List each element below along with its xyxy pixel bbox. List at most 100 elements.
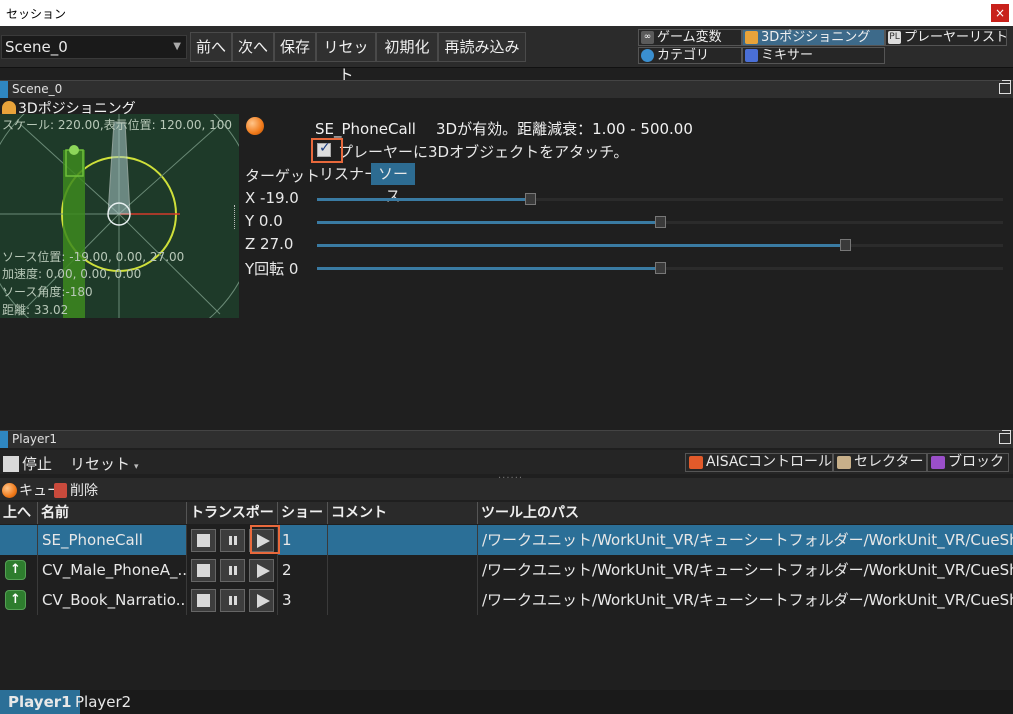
player-tabs: Player1 Player2 (0, 690, 1013, 714)
row-name: CV_Book_Narratio... (38, 585, 187, 615)
cue-bar: キュー 削除 (0, 478, 1013, 500)
scene-select-value: Scene_0 (5, 38, 68, 56)
player-reset-button[interactable]: リセット ▾ (70, 453, 139, 474)
next-button[interactable]: 次へ (232, 32, 274, 62)
move-up-icon[interactable]: ↑ (5, 590, 26, 610)
play-icon[interactable] (249, 589, 274, 612)
delete-button-label: 削除 (70, 483, 98, 499)
initialize-button[interactable]: 初期化 (376, 32, 438, 62)
maximize-icon[interactable] (999, 430, 1011, 444)
session-toolbar: Scene_0 ▼ 前へ 次へ 保存 リセット 初期化 再読み込み ∞ ゲーム変… (0, 26, 1013, 84)
delete-button[interactable]: 削除 (54, 480, 98, 500)
row-path: /ワークユニット/WorkUnit_VR/キューシートフォルダー/WorkUni… (482, 561, 1013, 579)
slider-x-label: X -19.0 (245, 189, 299, 207)
target-source-option[interactable]: ソース (371, 163, 415, 205)
tab-label: プレーヤーリスト (904, 30, 1009, 45)
scene-select[interactable]: Scene_0 ▼ (1, 35, 187, 59)
slider-thumb[interactable] (655, 262, 666, 274)
title-bar: セッション × (0, 0, 1013, 26)
reload-button[interactable]: 再読み込み (438, 32, 526, 62)
row-comment (328, 525, 478, 555)
row-name: SE_PhoneCall (38, 525, 187, 555)
tab-label: ゲーム変数 (657, 30, 722, 45)
stop-button[interactable]: 停止 (3, 453, 52, 474)
pause-icon[interactable] (220, 559, 245, 582)
col-short[interactable]: ショート (278, 502, 328, 524)
tab-label: ブロック (948, 454, 1004, 470)
mixer-icon (745, 49, 758, 62)
tab-player2[interactable]: Player2 (67, 690, 139, 714)
row-name: CV_Male_PhoneA_... (38, 555, 187, 585)
game-variable-icon: ∞ (641, 31, 654, 44)
block-icon (931, 456, 945, 469)
slider-y-rotation-label: Y回転 0 (245, 260, 299, 278)
slider-y-rotation-track[interactable] (317, 262, 1003, 274)
table-row[interactable]: ↑ CV_Book_Narratio... 3 /ワークユニット/WorkUni… (0, 585, 1013, 615)
row-path: /ワークユニット/WorkUnit_VR/キューシートフォルダー/WorkUni… (482, 591, 1013, 609)
target-listener-option[interactable]: リスナー (319, 163, 379, 185)
highlight-checkbox (311, 138, 343, 163)
tab-mixer[interactable]: ミキサー (742, 47, 885, 64)
col-transport[interactable]: トランスポート (187, 502, 278, 524)
tab-category[interactable]: カテゴリ (638, 47, 742, 64)
scale-info: スケール: 220.00,表示位置: 120.00, 100 (2, 118, 233, 132)
attach-label: プレーヤーに3Dオブジェクトをアタッチ。 (338, 143, 629, 161)
col-up[interactable]: 上へ (0, 502, 38, 524)
stop-icon[interactable] (191, 589, 216, 612)
slider-z: Z 27.0 (245, 235, 1005, 255)
tab-aisac-control[interactable]: AISACコントロール (685, 453, 833, 472)
stop-icon[interactable] (191, 559, 216, 582)
row-up-cell: ↑ (0, 555, 38, 585)
slider-thumb[interactable] (840, 239, 851, 251)
stop-label: 停止 (22, 455, 53, 473)
tab-block[interactable]: ブロック (927, 453, 1009, 472)
close-button[interactable]: × (991, 4, 1009, 22)
tab-label: ミキサー (761, 48, 814, 63)
col-comment[interactable]: コメント (328, 502, 478, 524)
highlight-play (250, 525, 280, 554)
cue-button[interactable]: キュー (2, 480, 61, 500)
3d-positioning-icon (745, 31, 758, 44)
pause-icon[interactable] (220, 589, 245, 612)
reset-button[interactable]: リセット (316, 32, 376, 84)
slider-z-track[interactable] (317, 239, 1003, 251)
prev-button[interactable]: 前へ (190, 32, 232, 62)
chevron-down-icon: ▾ (134, 462, 139, 472)
save-button[interactable]: 保存 (274, 32, 316, 62)
play-icon[interactable] (249, 559, 274, 582)
tab-label: セレクター (854, 454, 924, 470)
tab-selector[interactable]: セレクター (833, 453, 927, 472)
tab-label: 3Dポジショニング (761, 30, 871, 45)
tab-player-list[interactable]: PL プレーヤーリスト (885, 29, 1009, 46)
distance-info: 距離: 33.02 (2, 303, 69, 317)
slider-thumb[interactable] (525, 193, 536, 205)
row-short: 1 (278, 525, 328, 555)
stop-icon[interactable] (191, 529, 216, 552)
tab-label: AISACコントロール (706, 454, 832, 470)
col-name[interactable]: 名前 (38, 502, 187, 524)
row-comment (328, 555, 478, 585)
slider-x: X -19.0 (245, 189, 1005, 209)
pause-icon[interactable] (220, 529, 245, 552)
slider-x-track[interactable] (317, 193, 1003, 205)
table-row[interactable]: ↑ CV_Male_PhoneA_... 2 /ワークユニット/WorkUnit… (0, 555, 1013, 585)
stop-icon (3, 456, 19, 472)
slider-thumb[interactable] (655, 216, 666, 228)
table-row[interactable]: SE_PhoneCall 1 /ワークユニット/WorkUnit_VR/キューシ… (0, 525, 1013, 555)
panel-marker (0, 81, 8, 98)
tab-3d-positioning[interactable]: 3Dポジショニング (742, 29, 885, 46)
row-up-cell (0, 525, 38, 555)
cue-name: SE_PhoneCall (315, 120, 416, 138)
splitter-handle[interactable] (234, 205, 237, 229)
col-path[interactable]: ツール上のパス (478, 502, 1013, 524)
3d-view[interactable]: スケール: 220.00,表示位置: 120.00, 100 ソース位置: -1… (0, 114, 239, 318)
slider-y-track[interactable] (317, 216, 1003, 228)
tab-game-variables[interactable]: ∞ ゲーム変数 (638, 29, 742, 46)
maximize-icon[interactable] (999, 80, 1011, 94)
acceleration-info: 加速度: 0.00, 0.00, 0.00 (2, 267, 142, 281)
row-transport (187, 585, 278, 615)
window-title: セッション (6, 7, 67, 21)
cue-icon (246, 117, 264, 135)
move-up-icon[interactable]: ↑ (5, 560, 26, 580)
slider-y: Y 0.0 (245, 212, 1005, 232)
